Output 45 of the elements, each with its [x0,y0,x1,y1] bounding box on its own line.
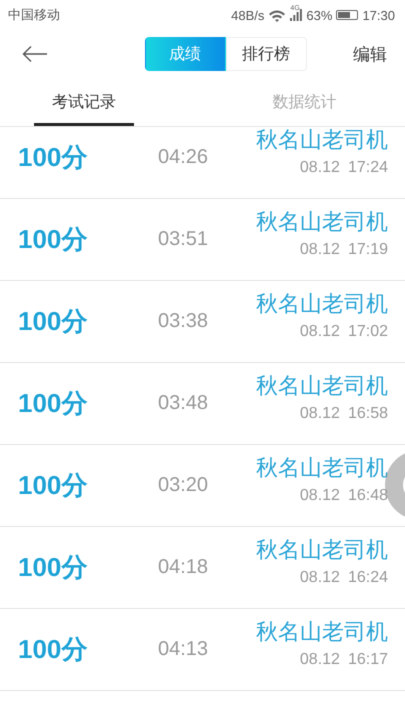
network-speed: 48B/s [231,8,264,22]
time-text: 17:19 [348,240,388,258]
date-text: 08.12 [300,240,340,258]
user-name: 秋名山老司机 [256,536,388,564]
score-text: 100分 [18,306,88,336]
time-text: 16:48 [348,486,388,504]
duration-text: 04:13 [158,638,208,660]
duration-text: 04:26 [158,146,208,168]
date-text: 08.12 [300,486,340,504]
back-arrow-icon[interactable] [22,45,48,63]
date-text: 08.12 [300,650,340,668]
tab[interactable]: 考试记录 [34,78,134,126]
date-text: 08.12 [300,568,340,586]
score-text: 100分 [18,552,88,582]
duration-text: 03:20 [158,474,208,496]
score-text: 100分 [18,142,88,172]
date-text: 08.12 [300,322,340,340]
user-name: 秋名山老司机 [256,208,388,236]
wifi-icon [268,8,286,22]
duration-text: 03:48 [158,392,208,414]
score-text: 100分 [18,224,88,254]
battery-percent: 63% [306,8,332,22]
duration-text: 04:18 [158,556,208,578]
user-name: 秋名山老司机 [256,290,388,318]
duration-text: 03:51 [158,228,208,250]
time-text: 16:58 [348,404,388,422]
score-text: 100分 [18,634,88,664]
carrier-name: 中国移动 [8,6,60,24]
user-name: 秋名山老司机 [256,454,388,482]
user-name: 秋名山老司机 [256,372,388,400]
time-text: 16:17 [348,650,388,668]
user-name: 秋名山老司机 [256,127,388,154]
date-text: 08.12 [300,158,340,176]
user-name: 秋名山老司机 [256,618,388,646]
segment-tab[interactable]: 排行榜 [226,37,306,71]
battery-icon [336,10,358,20]
clock: 17:30 [362,8,395,22]
time-text: 17:02 [348,322,388,340]
score-text: 100分 [18,388,88,418]
score-text: 100分 [18,470,88,500]
date-text: 08.12 [300,404,340,422]
time-text: 16:24 [348,568,388,586]
time-text: 17:24 [348,158,388,176]
duration-text: 03:38 [158,310,208,332]
edit-button[interactable]: 编辑 [353,42,387,66]
